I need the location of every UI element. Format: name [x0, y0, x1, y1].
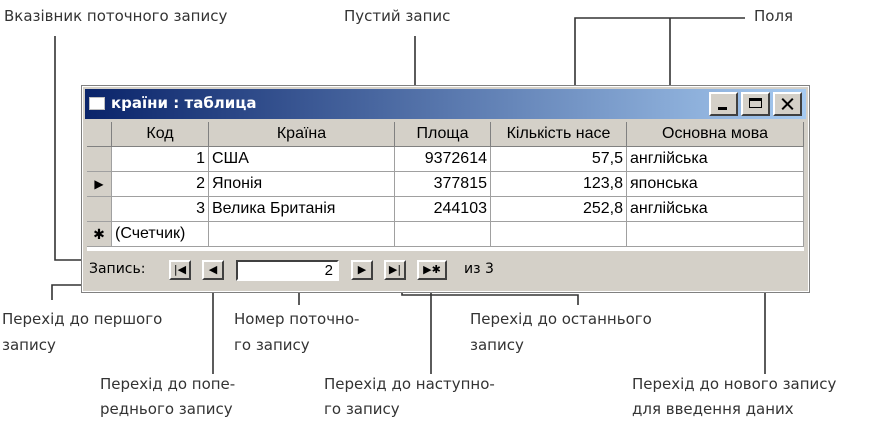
cell-country[interactable]: США	[209, 147, 395, 172]
record-label: Запись:	[89, 261, 146, 277]
label-prev-record-line1: Перехід до попе-	[100, 375, 236, 393]
label-fields: Поля	[754, 7, 794, 25]
record-count: из 3	[464, 261, 494, 277]
column-header-area[interactable]: Площа	[395, 122, 491, 147]
column-header-code[interactable]: Код	[112, 122, 209, 147]
datasheet-grid: Код Країна Площа Кількість насе Основна …	[87, 122, 804, 251]
label-new-record-line1: Перехід до нового запису	[632, 375, 837, 393]
cell-language[interactable]: англійська	[627, 147, 804, 172]
row-selector[interactable]	[87, 197, 112, 222]
first-record-button[interactable]: |◀	[169, 260, 191, 280]
label-empty-record: Пустий запис	[344, 7, 451, 25]
cell-language[interactable]: англійська	[627, 197, 804, 222]
cell-population[interactable]: 57,5	[491, 147, 627, 172]
label-current-record-pointer: Вказівник поточного запису	[4, 7, 228, 25]
title-bar[interactable]: країни : таблица	[85, 89, 806, 119]
label-current-number-line2: го запису	[234, 336, 310, 354]
column-header-language[interactable]: Основна мова	[627, 122, 804, 147]
next-record-button[interactable]: ▶	[351, 260, 373, 280]
cell-country[interactable]: Японія	[209, 172, 395, 197]
select-all-corner[interactable]	[87, 122, 112, 147]
current-record-number-input[interactable]: 2	[236, 260, 339, 281]
record-navigation-bar: Запись: |◀ ◀ 2 ▶ ▶| ▶✱ из 3	[87, 255, 804, 287]
previous-record-icon: ◀	[208, 263, 218, 276]
label-last-record-line1: Перехід до останнього	[470, 310, 652, 328]
row-selector[interactable]	[87, 147, 112, 172]
cell-code[interactable]: 3	[112, 197, 209, 222]
current-record-pointer-icon[interactable]: ▶	[87, 172, 112, 197]
minimize-button[interactable]	[709, 92, 738, 116]
label-prev-record-line2: реднього запису	[100, 400, 233, 418]
cell-population[interactable]: 252,8	[491, 197, 627, 222]
cell-population[interactable]: 123,8	[491, 172, 627, 197]
label-first-record-line2: запису	[2, 336, 56, 354]
last-record-button[interactable]: ▶|	[384, 260, 406, 280]
label-last-record-line2: запису	[470, 336, 524, 354]
cell-code[interactable]: 1	[112, 147, 209, 172]
cell-code[interactable]: 2	[112, 172, 209, 197]
cell-language[interactable]: японська	[627, 172, 804, 197]
cell-code-autonumber[interactable]: (Счетчик)	[112, 222, 209, 247]
cell-country-empty[interactable]	[209, 222, 395, 247]
table-icon	[89, 97, 105, 110]
cell-country[interactable]: Велика Британія	[209, 197, 395, 222]
column-header-country[interactable]: Країна	[209, 122, 395, 147]
label-current-number-line1: Номер поточно-	[234, 310, 360, 328]
close-button[interactable]	[773, 92, 802, 116]
last-record-icon: ▶|	[388, 263, 402, 276]
cell-population-empty[interactable]	[491, 222, 627, 247]
cell-language-empty[interactable]	[627, 222, 804, 247]
label-new-record-line2: для введення даних	[632, 400, 794, 418]
new-record-nav-icon: ▶✱	[423, 263, 441, 276]
label-next-record-line2: го запису	[324, 400, 400, 418]
window-title: країни : таблица	[111, 94, 257, 112]
minimize-icon	[718, 107, 727, 110]
maximize-button[interactable]	[741, 92, 770, 116]
first-record-icon: |◀	[173, 263, 187, 276]
label-first-record-line1: Перехід до першого	[2, 310, 163, 328]
cell-area[interactable]: 244103	[395, 197, 491, 222]
cell-area[interactable]: 377815	[395, 172, 491, 197]
label-next-record-line1: Перехід до наступно-	[324, 375, 495, 393]
maximize-icon	[749, 98, 762, 108]
column-header-population[interactable]: Кількість насе	[491, 122, 627, 147]
previous-record-button[interactable]: ◀	[202, 260, 224, 280]
next-record-icon: ▶	[357, 263, 367, 276]
table-window: країни : таблица Код Країна Площа Кількі…	[81, 85, 810, 293]
new-record-button[interactable]: ▶✱	[417, 260, 447, 280]
cell-area[interactable]: 9372614	[395, 147, 491, 172]
cell-area-empty[interactable]	[395, 222, 491, 247]
new-record-icon[interactable]: ✱	[87, 222, 112, 247]
